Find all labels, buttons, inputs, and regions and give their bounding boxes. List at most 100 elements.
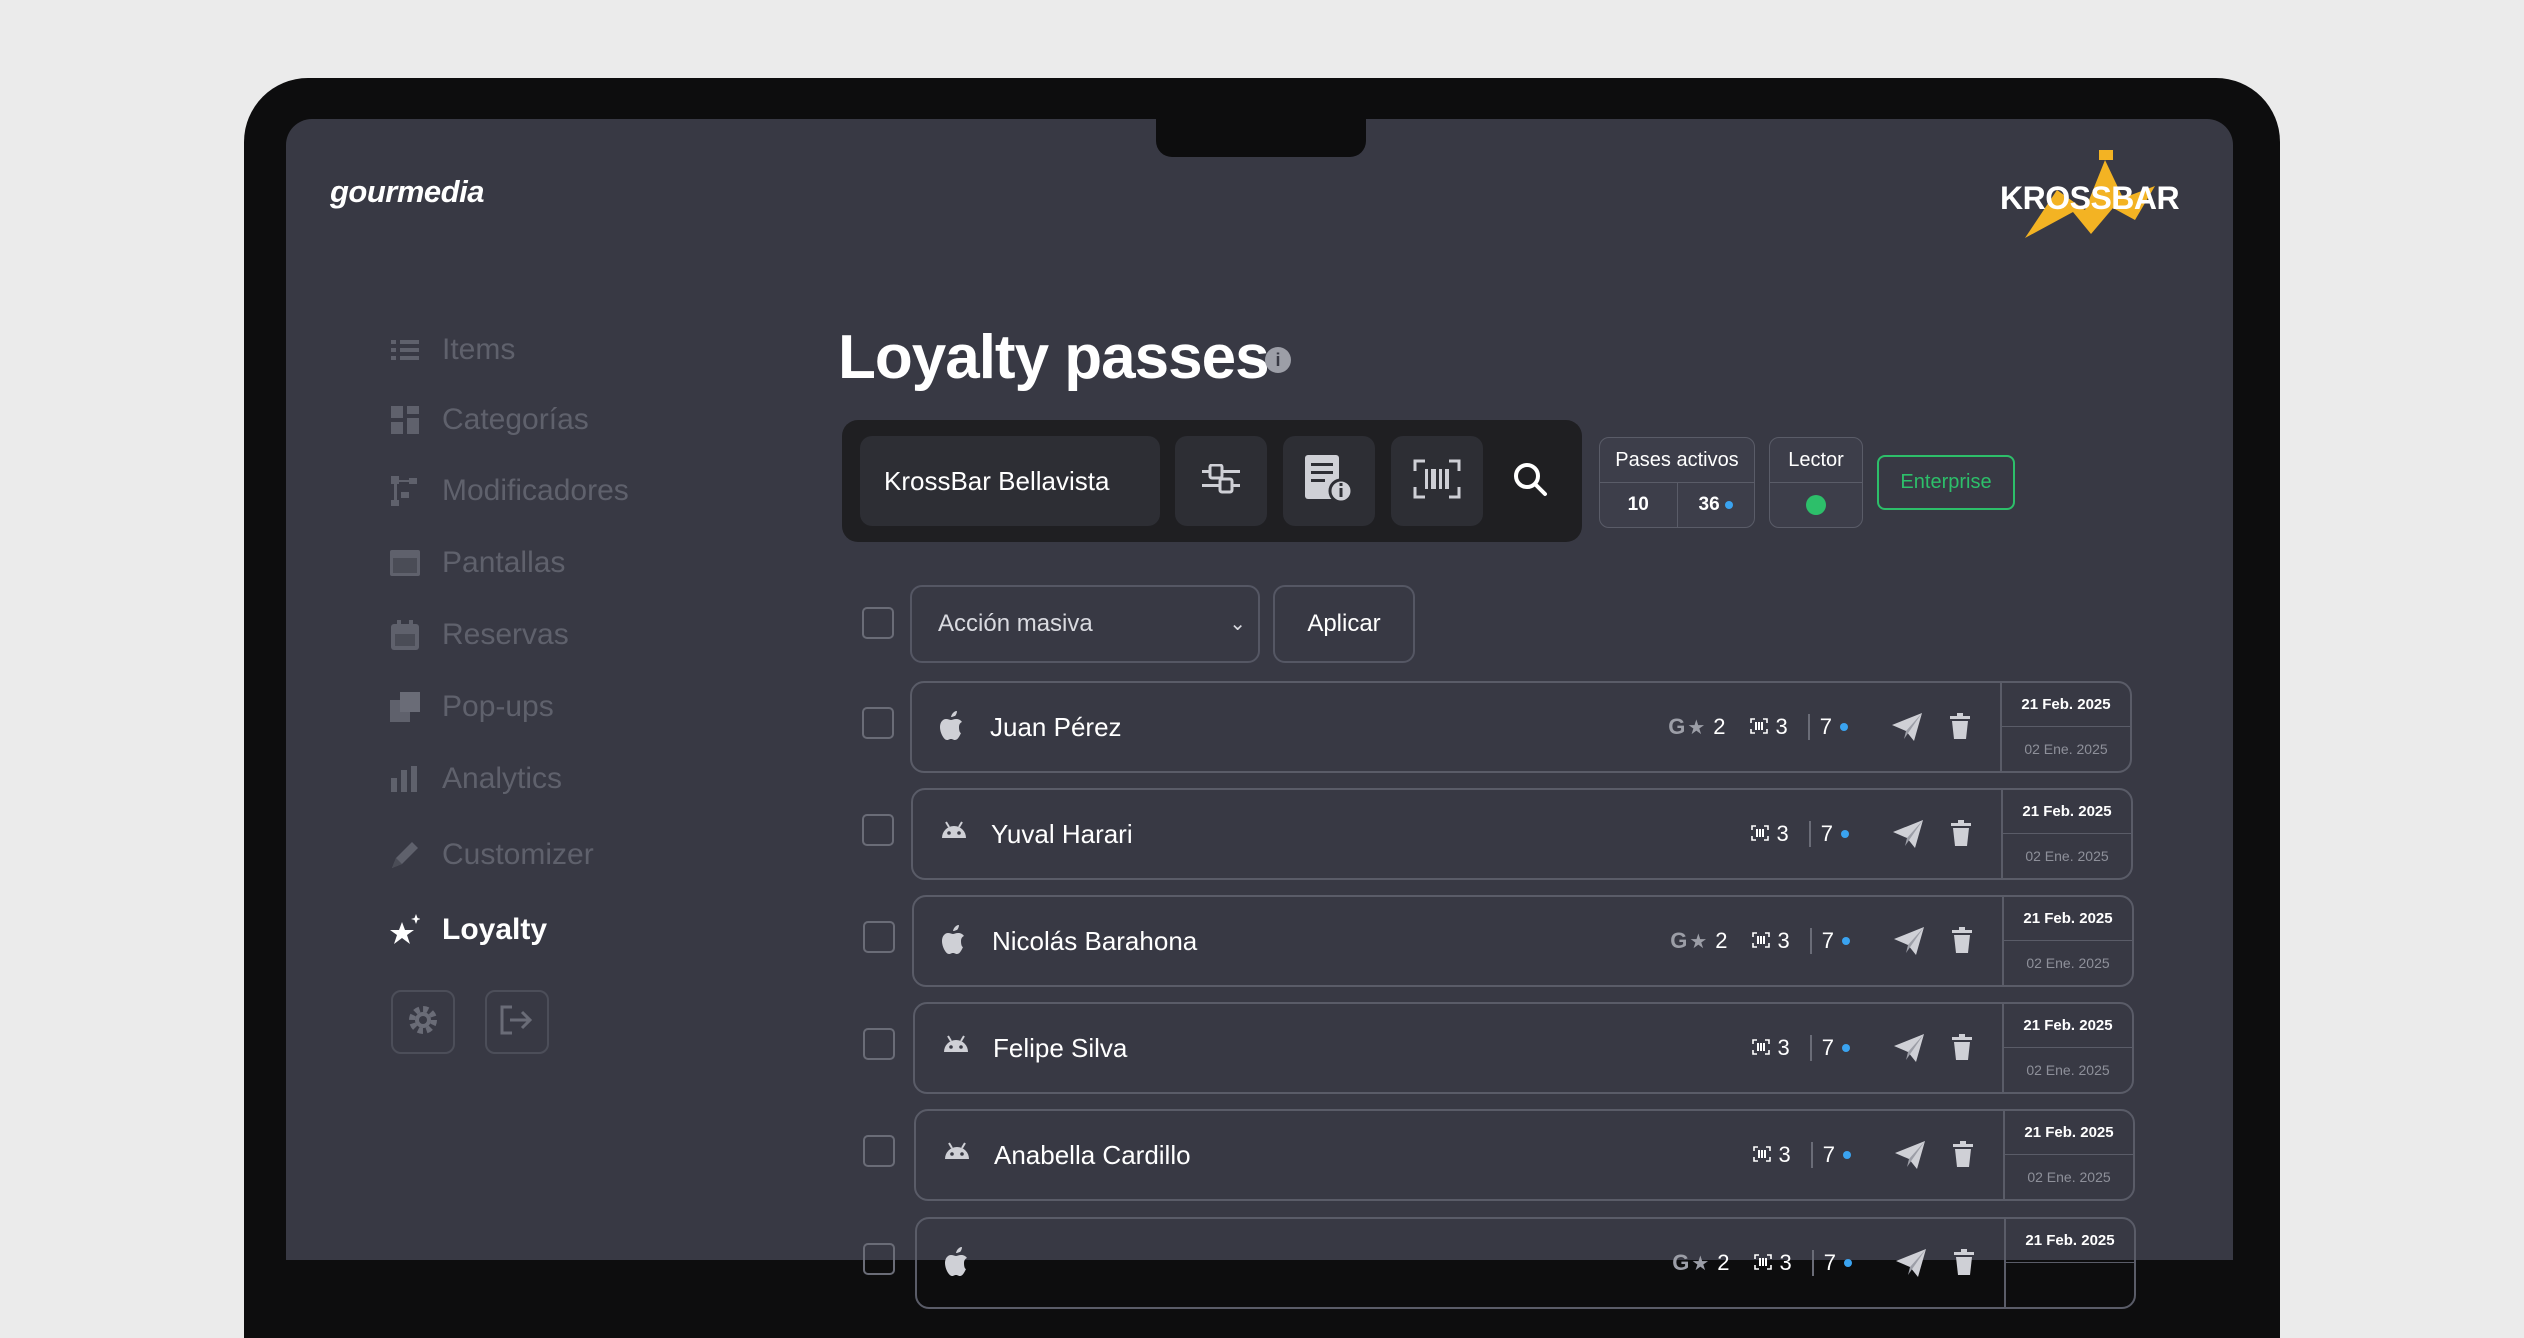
date-updated: 21 Feb. 2025 [2004,1004,2132,1048]
filter-button[interactable] [1175,436,1267,526]
apple-icon [943,1247,971,1279]
scan-icon [1753,1250,1772,1276]
android-icon [939,818,967,850]
send-icon[interactable] [1894,927,1924,960]
scan-icon [1749,714,1768,740]
scan-count: 3 [1775,714,1788,739]
sidebar-item-label: Customizer [442,838,594,871]
date-created: 02 Ene. 2025 [2027,1169,2111,1185]
scan-count: 3 [1777,928,1790,953]
sidebar-item-loyalty[interactable]: Loyalty [390,910,547,950]
star-icon: ★ [1687,716,1706,739]
trash-icon[interactable] [1952,1034,1972,1065]
pass-meta: G ★ 2 3 7 [1672,1219,1852,1307]
sidebar-item-modificadores[interactable]: Modificadores [390,471,629,511]
logout-button[interactable] [485,990,549,1054]
pass-row[interactable]: Juan Pérez G ★ 2 3 7 21 Feb. 2025 02 Ene. 2025 [910,681,2132,773]
divider [1808,821,1811,847]
sidebar-item-label: Pop-ups [442,690,554,723]
active-passes-stat: Pases activos 10 36 [1599,437,1755,528]
scan-icon [1750,821,1769,847]
status-dot [1840,723,1848,731]
pass-row[interactable]: Felipe Silva 3 7 21 Feb. 2025 02 Ene. 2025 [913,1002,2134,1094]
google-reviews-count: 2 [1717,1250,1730,1275]
visit-count: 7 [1819,714,1832,739]
send-icon[interactable] [1896,1249,1926,1282]
pass-holder-name: Juan Pérez [990,712,1122,742]
pass-row[interactable]: Anabella Cardillo 3 7 21 Feb. 2025 02 Ene. 2… [914,1109,2135,1201]
sidebar-item-pantallas[interactable]: Pantallas [390,543,565,583]
report-button[interactable] [1283,436,1375,526]
send-icon[interactable] [1894,1034,1924,1067]
google-reviews-count: 2 [1715,928,1728,953]
date-created: 02 Ene. 2025 [2026,1062,2110,1078]
pass-row[interactable]: Nicolás Barahona G ★ 2 3 7 21 Feb. 2025 02 Ene.… [912,895,2134,987]
send-icon[interactable] [1895,1141,1925,1174]
sidebar-item-label: Modificadores [442,474,629,507]
trash-icon[interactable] [1950,713,1970,744]
row-checkbox[interactable] [863,1243,895,1275]
pass-dates: 21 Feb. 2025 02 Ene. 2025 [2002,1004,2132,1092]
sidebar-item-reservas[interactable]: Reservas [390,615,569,655]
sidebar-item-customizer[interactable]: Customizer [390,835,594,875]
row-checkbox[interactable] [862,707,894,739]
pencil-icon [390,840,420,870]
pass-meta: G ★ 2 3 7 [1668,683,1848,771]
pass-row[interactable]: Yuval Harari 3 7 21 Feb. 2025 02 Ene. 2025 [911,788,2133,880]
barcode-scan-button[interactable] [1391,436,1483,526]
send-icon[interactable] [1893,820,1923,853]
date-created: 02 Ene. 2025 [2025,848,2109,864]
select-all-checkbox[interactable] [862,607,894,639]
divider [1807,714,1810,740]
list-icon [390,335,420,365]
search-button[interactable] [1500,456,1560,506]
trash-icon[interactable] [1953,1141,1973,1172]
status-dot [1841,830,1849,838]
pass-row[interactable]: G ★ 2 3 7 21 Feb. 2025 [915,1217,2136,1309]
stars-icon [390,914,420,945]
divider [1809,928,1812,954]
pass-holder-name: Nicolás Barahona [992,926,1198,956]
pass-dates: 21 Feb. 2025 02 Ene. 2025 [2001,790,2131,878]
row-checkbox[interactable] [863,921,895,953]
row-checkbox[interactable] [863,1028,895,1060]
send-icon[interactable] [1892,713,1922,746]
reader-status-dot [1806,495,1826,515]
plan-badge[interactable]: Enterprise [1877,455,2015,510]
settings-button[interactable] [391,990,455,1054]
pass-meta: G ★ 2 3 7 [1670,897,1850,985]
sidebar-item-label: Items [442,333,516,366]
pass-holder-name: Yuval Harari [991,819,1133,849]
star-icon: ★ [1691,1252,1710,1275]
sidebar-item-analytics[interactable]: Analytics [390,759,562,799]
sidebar-item-label: Categorías [442,403,589,436]
apply-button[interactable]: Aplicar [1273,585,1415,663]
camera-notch [1156,119,1366,157]
trash-icon[interactable] [1951,820,1971,851]
scan-count: 3 [1777,1035,1790,1060]
divider [1811,1250,1814,1276]
info-icon[interactable]: i [1265,347,1291,373]
reader-label: Lector [1770,438,1862,483]
sidebar-item-categorias[interactable]: Categorías [390,400,589,440]
location-selector[interactable]: KrossBar Bellavista [860,436,1160,526]
android-icon [942,1139,970,1171]
bulk-action-select[interactable]: Acción masiva ⌄ [910,585,1260,663]
bar-chart-icon [390,764,420,794]
row-checkbox[interactable] [863,1135,895,1167]
google-reviews-count: 2 [1713,714,1726,739]
trash-icon[interactable] [1954,1249,1974,1280]
sidebar-item-popups[interactable]: Pop-ups [390,687,554,727]
trash-icon[interactable] [1952,927,1972,958]
visit-count: 7 [1820,821,1833,846]
row-checkbox[interactable] [862,814,894,846]
date-created: 02 Ene. 2025 [2026,955,2110,971]
sidebar-item-items[interactable]: Items [390,330,515,370]
google-icon: G [1672,1250,1690,1275]
client-logo-text: KROSSBAR [2000,180,2180,216]
scan-icon [1751,928,1770,954]
stat-value-b: 36 [1698,494,1720,515]
scan-icon [1752,1142,1771,1168]
sidebar-item-label: Loyalty [442,913,548,946]
date-created: 02 Ene. 2025 [2024,741,2108,757]
